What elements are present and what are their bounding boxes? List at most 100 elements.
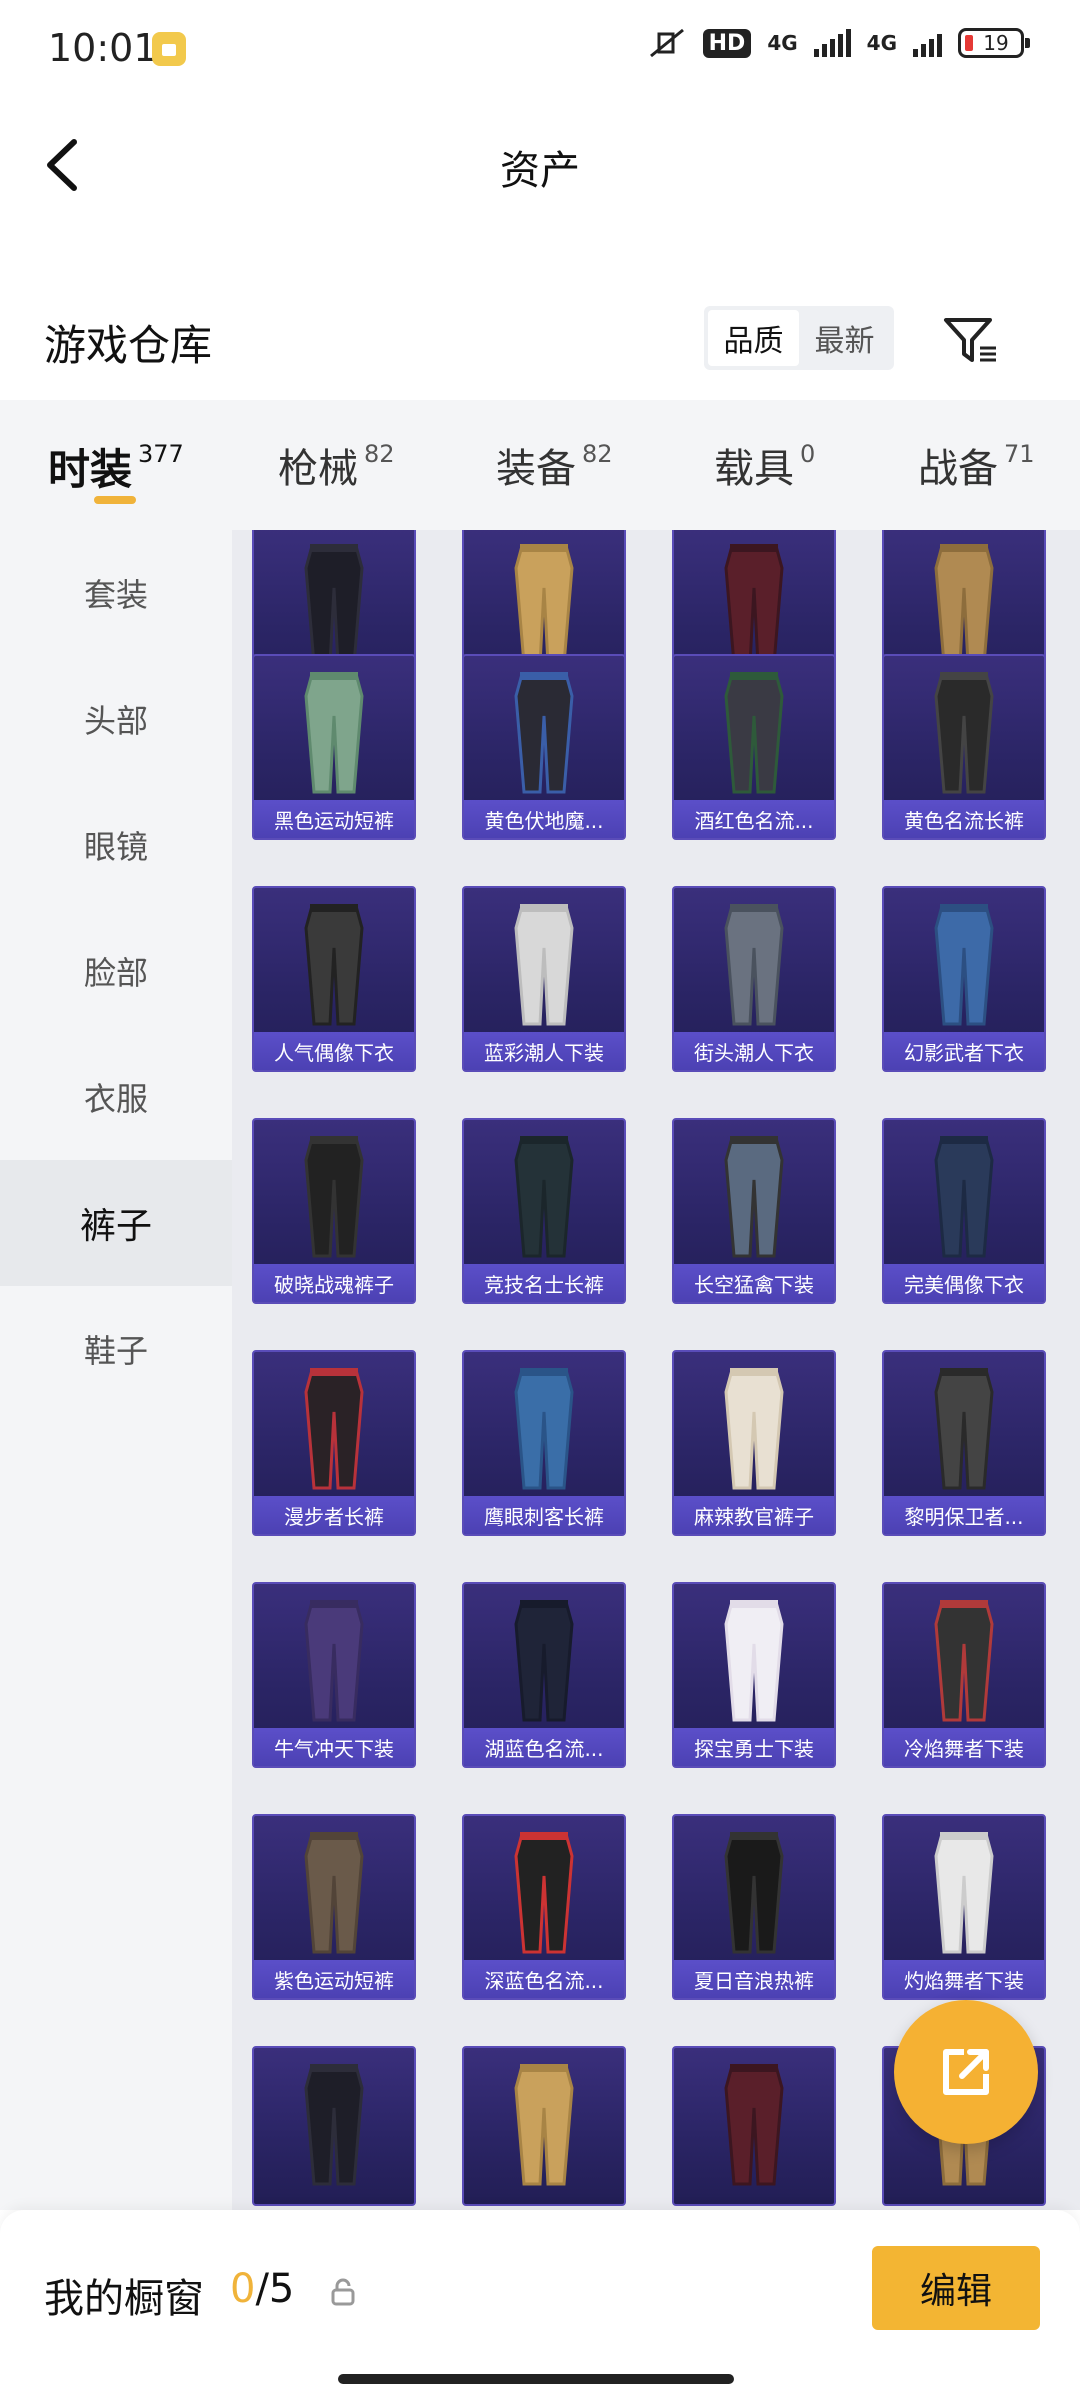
- edit-button[interactable]: 编辑: [872, 2246, 1040, 2330]
- pants-icon: [304, 1368, 364, 1490]
- hd-badge: HD: [702, 28, 752, 58]
- item-name: 竞技名士长裤: [464, 1264, 624, 1302]
- item-card[interactable]: 长空猛禽下装: [672, 1118, 836, 1304]
- item-card[interactable]: 漫步者长裤: [252, 1350, 416, 1536]
- tab-label: 装备: [496, 446, 576, 492]
- item-card[interactable]: [252, 2046, 416, 2206]
- sort-newest-button[interactable]: 最新: [799, 310, 890, 366]
- item-card[interactable]: 黄色伏地魔...: [462, 654, 626, 840]
- pants-icon: [514, 1832, 574, 1954]
- pants-icon: [514, 1600, 574, 1722]
- page-title: 资产: [500, 148, 580, 194]
- item-card[interactable]: 酒红色名流...: [672, 654, 836, 840]
- tab-label: 战备: [918, 446, 998, 492]
- item-card[interactable]: 夏日音浪热裤: [672, 1814, 836, 2000]
- tab-count: 82: [364, 440, 395, 468]
- sidebar-item-shoes[interactable]: 鞋子: [0, 1286, 232, 1412]
- item-card[interactable]: 黎明保卫者...: [882, 1350, 1046, 1536]
- item-card[interactable]: 人气偶像下衣: [252, 886, 416, 1072]
- sidebar-item-head[interactable]: 头部: [0, 656, 232, 782]
- item-name: 冷焰舞者下装: [884, 1728, 1044, 1766]
- pants-icon: [304, 1832, 364, 1954]
- pants-icon: [724, 904, 784, 1026]
- tab-label: 时装: [48, 445, 133, 494]
- pants-icon: [304, 1136, 364, 1258]
- pants-icon: [934, 672, 994, 794]
- pants-icon: [304, 904, 364, 1026]
- item-name: 完美偶像下衣: [884, 1264, 1044, 1302]
- sidebar-item-clothes[interactable]: 衣服: [0, 1034, 232, 1160]
- warehouse-title: 游戏仓库: [44, 321, 213, 370]
- sidebar-item-face[interactable]: 脸部: [0, 908, 232, 1034]
- pants-icon: [934, 904, 994, 1026]
- item-name: 人气偶像下衣: [254, 1032, 414, 1070]
- pants-icon: [724, 1368, 784, 1490]
- tab-label: 枪械: [278, 446, 358, 492]
- pants-icon: [514, 2064, 574, 2186]
- sidebar-item-pants[interactable]: 裤子: [0, 1160, 232, 1286]
- item-name: 灼焰舞者下装: [884, 1960, 1044, 1998]
- item-card[interactable]: 幻影武者下衣: [882, 886, 1046, 1072]
- pants-icon: [724, 1832, 784, 1954]
- item-card[interactable]: [672, 2046, 836, 2206]
- item-name: 街头潮人下衣: [674, 1032, 834, 1070]
- item-card[interactable]: [462, 2046, 626, 2206]
- pants-icon: [724, 1136, 784, 1258]
- item-card[interactable]: 湖蓝色名流...: [462, 1582, 626, 1768]
- pants-icon: [304, 672, 364, 794]
- network-label-2: 4G: [866, 31, 897, 55]
- tab-fashion[interactable]: 时装 377: [48, 436, 184, 497]
- home-indicator: [338, 2374, 734, 2384]
- pants-icon: [514, 1136, 574, 1258]
- item-name: 长空猛禽下装: [674, 1264, 834, 1302]
- sidebar-item-glasses[interactable]: 眼镜: [0, 782, 232, 908]
- status-time: 10:01: [48, 26, 158, 70]
- pants-icon: [934, 1136, 994, 1258]
- item-card[interactable]: 黄色名流长裤: [882, 654, 1046, 840]
- item-card[interactable]: 探宝勇士下装: [672, 1582, 836, 1768]
- item-name: 鹰眼刺客长裤: [464, 1496, 624, 1534]
- pants-icon: [514, 904, 574, 1026]
- showcase-count: 0/5: [230, 2266, 294, 2312]
- item-card[interactable]: 麻辣教官裤子: [672, 1350, 836, 1536]
- item-card[interactable]: 牛气冲天下装: [252, 1582, 416, 1768]
- tab-count: 71: [1004, 440, 1035, 468]
- item-card[interactable]: 竞技名士长裤: [462, 1118, 626, 1304]
- pants-icon: [724, 672, 784, 794]
- pants-icon: [514, 1368, 574, 1490]
- tab-firearms[interactable]: 枪械 82: [278, 436, 395, 494]
- network-label-1: 4G: [767, 31, 798, 55]
- share-icon: [943, 2049, 989, 2095]
- tab-vehicles[interactable]: 载具 0: [714, 436, 815, 494]
- status-icons: HD 4G 4G 19: [647, 26, 1030, 60]
- item-card[interactable]: 灼焰舞者下装: [882, 1814, 1046, 2000]
- sort-quality-button[interactable]: 品质: [708, 310, 799, 366]
- showcase-label: 我的橱窗: [44, 2276, 204, 2322]
- item-name: 湖蓝色名流...: [464, 1728, 624, 1766]
- item-name: 漫步者长裤: [254, 1496, 414, 1534]
- item-card[interactable]: 紫色运动短裤: [252, 1814, 416, 2000]
- filter-button[interactable]: [940, 312, 1000, 368]
- item-card[interactable]: 鹰眼刺客长裤: [462, 1350, 626, 1536]
- pants-icon: [304, 1600, 364, 1722]
- item-card[interactable]: 黑色运动短裤: [252, 654, 416, 840]
- item-card[interactable]: 破晓战魂裤子: [252, 1118, 416, 1304]
- battery-level: 19: [983, 31, 1009, 55]
- item-name: 幻影武者下衣: [884, 1032, 1044, 1070]
- active-tab-indicator: [94, 496, 136, 504]
- tab-equipment[interactable]: 装备 82: [496, 436, 613, 494]
- item-card[interactable]: 深蓝色名流...: [462, 1814, 626, 2000]
- item-card[interactable]: 冷焰舞者下装: [882, 1582, 1046, 1768]
- share-button[interactable]: [894, 2000, 1038, 2144]
- filter-icon: [944, 318, 996, 362]
- item-card[interactable]: 完美偶像下衣: [882, 1118, 1046, 1304]
- item-card[interactable]: 街头潮人下衣: [672, 886, 836, 1072]
- sidebar: 套装 头部 眼镜 脸部 衣服 裤子 鞋子: [0, 530, 232, 2210]
- sort-toggle: 品质 最新: [704, 306, 894, 370]
- item-name: 牛气冲天下装: [254, 1728, 414, 1766]
- sidebar-item-outfit[interactable]: 套装: [0, 530, 232, 656]
- pants-icon: [514, 672, 574, 794]
- item-card[interactable]: 蓝彩潮人下装: [462, 886, 626, 1072]
- mute-vibrate-icon: [649, 28, 684, 58]
- tab-supplies[interactable]: 战备 71: [918, 436, 1035, 494]
